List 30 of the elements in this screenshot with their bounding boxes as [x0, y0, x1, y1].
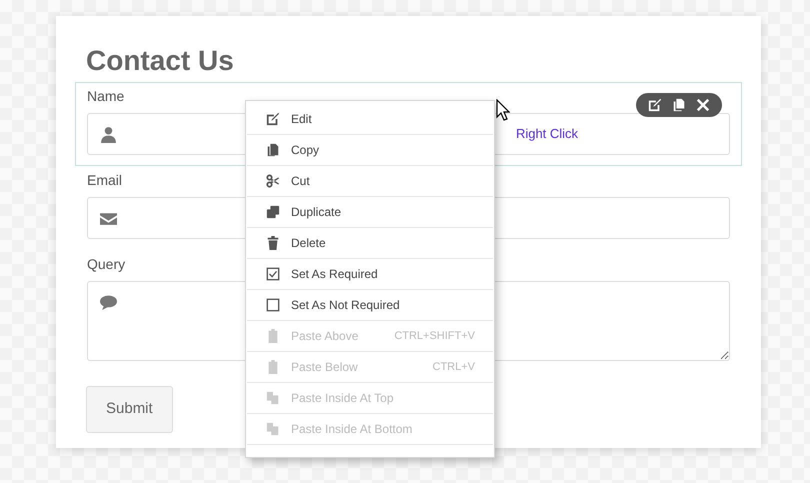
toolbar-button[interactable]	[648, 98, 662, 112]
clipboard-icon	[266, 329, 280, 343]
menu-item[interactable]: Set As Required	[247, 259, 493, 290]
menu-item[interactable]: Edit	[247, 104, 493, 135]
trash-icon	[266, 236, 280, 250]
submit-button[interactable]: Submit	[86, 386, 173, 432]
annotation-text: Right Click	[514, 125, 578, 144]
field-label: Name	[87, 87, 124, 106]
field-label: Email	[87, 171, 122, 190]
duplicate-icon	[266, 205, 280, 219]
scissors-icon	[266, 174, 280, 188]
field-label: Query	[87, 255, 126, 274]
menu-item[interactable]: Delete	[247, 228, 493, 259]
menu-item[interactable]: Set As Not Required	[247, 290, 493, 321]
toolbar-button[interactable]	[672, 98, 686, 112]
edit-icon	[266, 112, 280, 126]
paste-icon	[266, 422, 280, 436]
copy-icon	[672, 98, 686, 112]
person-icon	[100, 126, 117, 142]
paste-icon	[266, 391, 280, 405]
form-title: Contact Us	[86, 44, 235, 78]
menu-item[interactable]: Cut	[247, 166, 493, 197]
edit-icon	[648, 98, 662, 112]
menu-item[interactable]: Duplicate	[247, 197, 493, 228]
speech-bubble-icon	[100, 294, 117, 311]
close-icon	[696, 98, 710, 112]
copy-icon	[266, 143, 280, 157]
menu-item[interactable]: Copy	[247, 135, 493, 166]
toolbar-button[interactable]	[696, 98, 710, 112]
clipboard-icon	[266, 360, 280, 374]
